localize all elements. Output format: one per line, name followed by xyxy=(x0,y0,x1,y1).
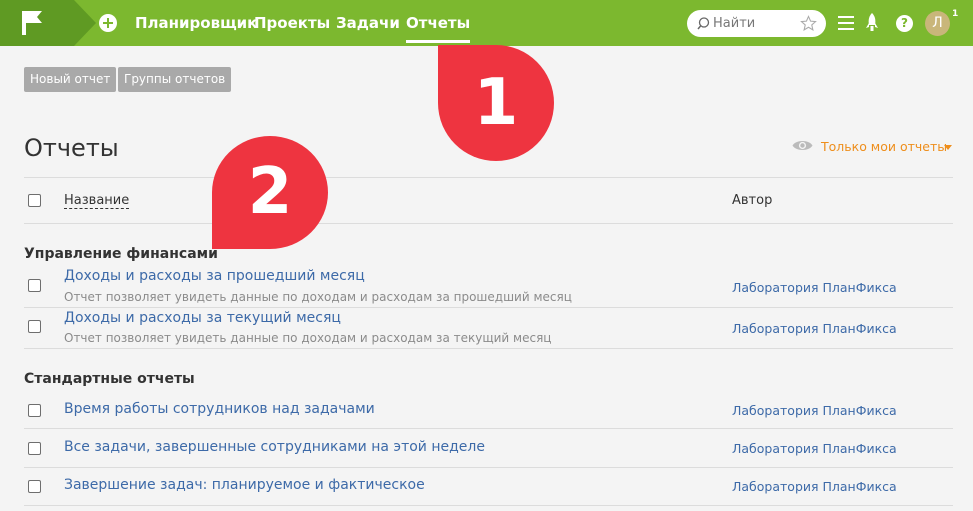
flag-logo-icon xyxy=(22,11,42,35)
app-logo[interactable] xyxy=(0,0,96,46)
row-checkbox[interactable] xyxy=(28,404,41,417)
nav-item-projects[interactable]: Проекты xyxy=(254,0,330,46)
nav-item-tasks[interactable]: Задачи xyxy=(336,0,400,46)
row-checkbox[interactable] xyxy=(28,320,41,333)
report-link[interactable]: Завершение задач: планируемое и фактичес… xyxy=(64,477,425,493)
row-checkbox[interactable] xyxy=(28,480,41,493)
column-header-author: Автор xyxy=(732,193,773,208)
search-box[interactable] xyxy=(687,10,826,37)
divider xyxy=(24,467,953,468)
divider xyxy=(24,348,953,349)
eye-icon xyxy=(792,141,813,150)
report-author[interactable]: Лаборатория ПланФикса xyxy=(732,441,897,456)
caret-down-icon xyxy=(944,145,952,150)
group-title-finance: Управление финансами xyxy=(24,246,218,262)
report-groups-button[interactable]: Группы отчетов xyxy=(118,67,232,92)
group-title-standard: Стандартные отчеты xyxy=(24,371,195,387)
divider xyxy=(24,505,953,506)
report-link[interactable]: Время работы сотрудников над задачами xyxy=(64,401,375,417)
avatar[interactable]: Л xyxy=(925,11,950,36)
report-description: Отчет позволяет увидеть данные по дохода… xyxy=(64,290,572,304)
report-description: Отчет позволяет увидеть данные по дохода… xyxy=(64,331,552,345)
nav-item-reports[interactable]: Отчеты xyxy=(406,0,471,46)
column-header-name[interactable]: Название xyxy=(64,193,130,209)
divider xyxy=(24,428,953,429)
notification-badge: 1 xyxy=(952,9,959,19)
search-input[interactable] xyxy=(713,14,793,33)
select-all-checkbox[interactable] xyxy=(28,194,41,207)
my-reports-filter-label: Только мои отчеты xyxy=(821,139,948,154)
menu-icon[interactable] xyxy=(838,16,854,30)
divider xyxy=(24,177,953,178)
nav-item-planner[interactable]: Планировщик xyxy=(135,0,257,46)
top-navigation-bar: Планировщик Проекты Задачи Отчеты ? Л 1 xyxy=(0,0,973,46)
page-title: Отчеты xyxy=(24,134,119,162)
divider xyxy=(24,223,953,224)
row-checkbox[interactable] xyxy=(28,442,41,455)
search-icon xyxy=(697,17,710,30)
rocket-icon[interactable] xyxy=(866,13,878,32)
plus-icon[interactable] xyxy=(99,14,117,32)
report-author[interactable]: Лаборатория ПланФикса xyxy=(732,479,897,494)
report-author[interactable]: Лаборатория ПланФикса xyxy=(732,321,897,336)
divider xyxy=(24,307,953,308)
row-checkbox[interactable] xyxy=(28,279,41,292)
report-author[interactable]: Лаборатория ПланФикса xyxy=(732,280,897,295)
report-link[interactable]: Доходы и расходы за текущий месяц xyxy=(64,310,341,326)
callout-marker-2: 2 xyxy=(212,136,328,249)
new-report-button[interactable]: Новый отчет xyxy=(24,67,117,92)
report-author[interactable]: Лаборатория ПланФикса xyxy=(732,403,897,418)
report-link[interactable]: Все задачи, завершенные сотрудниками на … xyxy=(64,439,485,455)
report-link[interactable]: Доходы и расходы за прошедший месяц xyxy=(64,268,365,284)
callout-marker-1: 1 xyxy=(438,45,554,161)
star-icon[interactable] xyxy=(800,15,817,32)
help-icon[interactable]: ? xyxy=(896,15,913,32)
